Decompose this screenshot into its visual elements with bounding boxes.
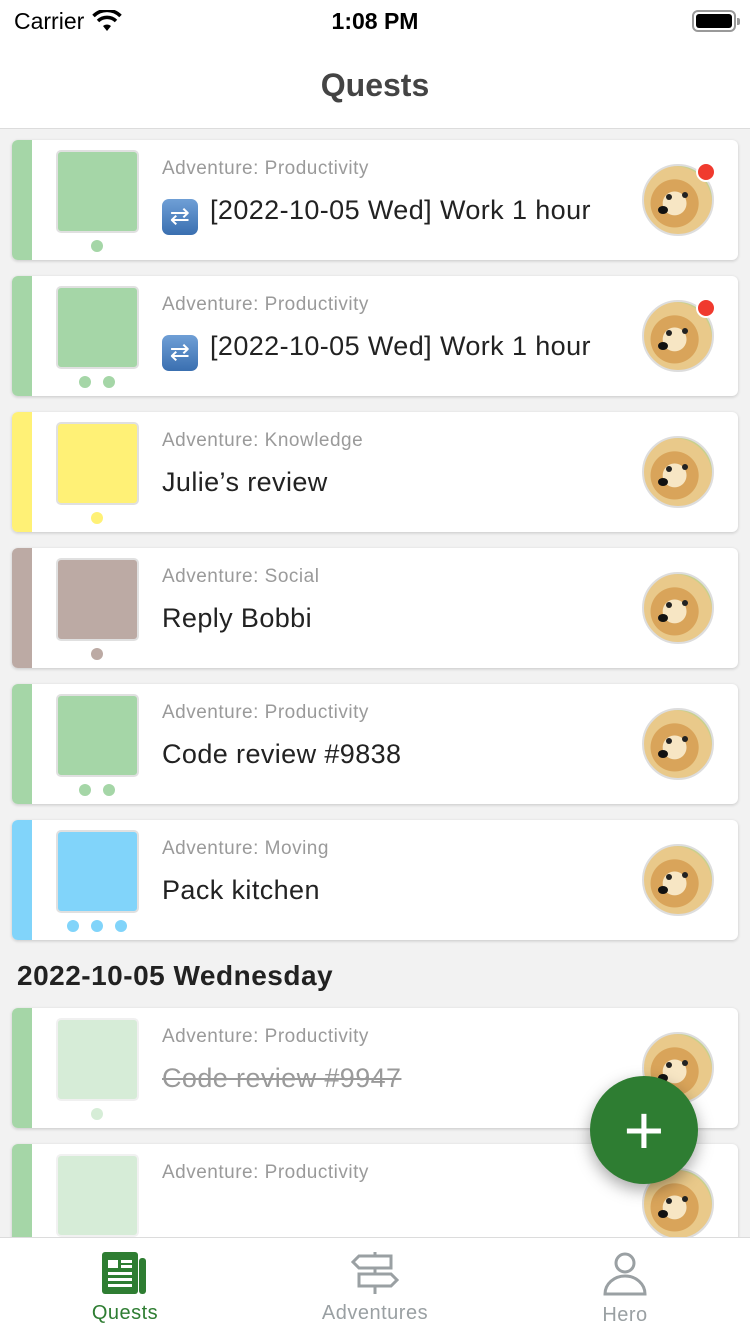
difficulty-dot bbox=[115, 920, 127, 932]
quest-title-text: Julie’s review bbox=[162, 467, 328, 497]
quest-card[interactable]: Adventure: Productivity Code review #9838 bbox=[12, 684, 738, 804]
difficulty-dots bbox=[91, 1108, 103, 1120]
quest-card[interactable]: Adventure: Social Reply Bobbi bbox=[12, 548, 738, 668]
quest-thumbnail bbox=[55, 286, 139, 369]
tab-adventures[interactable]: Adventures bbox=[250, 1238, 500, 1334]
notification-badge bbox=[696, 298, 716, 318]
tab-bar: Quests Adventures Hero bbox=[0, 1237, 750, 1334]
difficulty-dot bbox=[79, 376, 91, 388]
quest-title-text: Reply Bobbi bbox=[162, 603, 312, 633]
quest-thumbnail bbox=[55, 830, 139, 913]
avatar[interactable] bbox=[642, 844, 714, 916]
difficulty-dot bbox=[91, 920, 103, 932]
adventure-color-stripe bbox=[12, 1144, 32, 1237]
difficulty-dot bbox=[103, 376, 115, 388]
nav-bar: Quests bbox=[0, 42, 750, 129]
add-quest-button[interactable]: + bbox=[590, 1076, 698, 1184]
quest-card[interactable]: Adventure: Moving Pack kitchen bbox=[12, 820, 738, 940]
quest-title-text: Pack kitchen bbox=[162, 875, 320, 905]
quest-thumbnail-column bbox=[48, 412, 146, 532]
battery-icon bbox=[692, 10, 740, 32]
tab-quests[interactable]: Quests bbox=[0, 1238, 250, 1334]
quest-thumbnail bbox=[55, 1154, 139, 1237]
quest-thumbnail-column bbox=[48, 1008, 146, 1128]
avatar[interactable] bbox=[642, 708, 714, 780]
quest-thumbnail-column bbox=[48, 140, 146, 260]
carrier-group: Carrier bbox=[14, 7, 123, 35]
notification-badge bbox=[696, 162, 716, 182]
difficulty-dots bbox=[79, 376, 115, 388]
quest-title-text: [2022-10-05 Wed] Work 1 hour bbox=[210, 195, 591, 225]
adventure-color-stripe bbox=[12, 684, 32, 804]
quest-thumbnail-column bbox=[48, 548, 146, 668]
difficulty-dot bbox=[79, 784, 91, 796]
difficulty-dots bbox=[91, 512, 103, 524]
tab-hero[interactable]: Hero bbox=[500, 1238, 750, 1334]
adventure-color-stripe bbox=[12, 140, 32, 260]
quest-list[interactable]: Adventure: Productivity ⇄ [2022-10-05 Wed]… bbox=[0, 129, 750, 1237]
status-bar: Carrier 1:08 PM bbox=[0, 0, 750, 42]
adventure-color-stripe bbox=[12, 548, 32, 668]
section-header-date: 2022-10-05 Wednesday bbox=[17, 960, 334, 991]
difficulty-dots bbox=[91, 240, 103, 252]
adventure-color-stripe bbox=[12, 276, 32, 396]
page-title: Quests bbox=[320, 66, 430, 103]
quest-title-text: Code review #9947 bbox=[162, 1063, 402, 1093]
quest-card[interactable]: Adventure: Productivity ⇄ [2022-10-05 Wed]… bbox=[12, 276, 738, 396]
newspaper-icon bbox=[102, 1252, 146, 1294]
avatar[interactable] bbox=[642, 572, 714, 644]
tab-label: Hero bbox=[602, 1304, 648, 1326]
adventure-color-stripe bbox=[12, 412, 32, 532]
quest-thumbnail-column bbox=[48, 684, 146, 804]
avatar[interactable] bbox=[642, 436, 714, 508]
difficulty-dot bbox=[91, 1108, 103, 1120]
quest-thumbnail bbox=[55, 422, 139, 505]
repeat-icon: ⇄ bbox=[162, 335, 198, 371]
adventure-color-stripe bbox=[12, 820, 32, 940]
repeat-icon: ⇄ bbox=[162, 199, 198, 235]
quest-card[interactable]: Adventure: Knowledge Julie’s review bbox=[12, 412, 738, 532]
difficulty-dots bbox=[91, 648, 103, 660]
tab-label: Quests bbox=[91, 1302, 159, 1324]
difficulty-dot bbox=[91, 240, 103, 252]
quest-thumbnail bbox=[55, 1018, 139, 1101]
quest-thumbnail-column bbox=[48, 1144, 146, 1237]
plus-icon: + bbox=[623, 1091, 665, 1169]
quest-card[interactable]: Adventure: Productivity ⇄ [2022-10-05 Wed]… bbox=[12, 140, 738, 260]
difficulty-dot bbox=[91, 648, 103, 660]
wifi-icon bbox=[92, 10, 123, 31]
signpost-icon bbox=[351, 1252, 399, 1294]
active-quests: Adventure: Productivity ⇄ [2022-10-05 Wed]… bbox=[0, 140, 750, 940]
adventure-color-stripe bbox=[12, 1008, 32, 1128]
quest-thumbnail bbox=[55, 558, 139, 641]
quest-title-text: [2022-10-05 Wed] Work 1 hour bbox=[210, 331, 591, 361]
difficulty-dot bbox=[67, 920, 79, 932]
difficulty-dot bbox=[103, 784, 115, 796]
quest-thumbnail bbox=[55, 694, 139, 777]
difficulty-dots bbox=[67, 920, 127, 932]
quest-title-text: Code review #9838 bbox=[162, 739, 402, 769]
carrier-label: Carrier bbox=[14, 7, 85, 34]
difficulty-dots bbox=[79, 784, 115, 796]
quest-thumbnail-column bbox=[48, 820, 146, 940]
difficulty-dot bbox=[91, 512, 103, 524]
quest-thumbnail bbox=[55, 150, 139, 233]
tab-label: Adventures bbox=[321, 1302, 429, 1324]
quest-thumbnail-column bbox=[48, 276, 146, 396]
person-icon bbox=[603, 1252, 647, 1296]
